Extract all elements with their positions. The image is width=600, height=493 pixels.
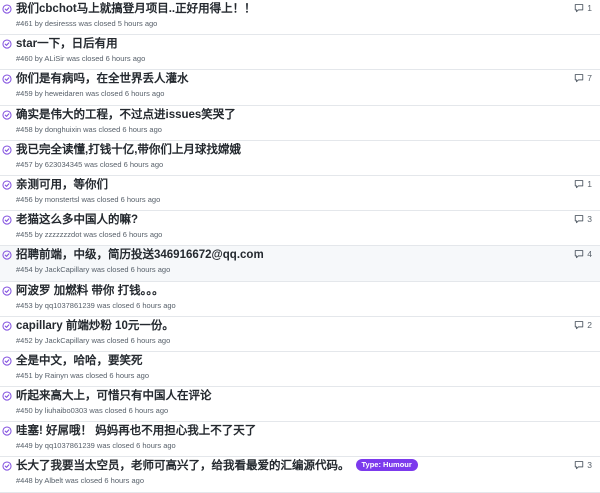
comment-count-link[interactable]: 4 bbox=[574, 249, 592, 259]
issue-closed-icon bbox=[2, 39, 12, 49]
issue-closed-icon bbox=[2, 426, 12, 436]
issue-meta: #452 by JackCapillary was closed 6 hours… bbox=[16, 335, 171, 345]
comment-count: 4 bbox=[587, 249, 592, 260]
issue-meta: #459 by heweidaren was closed 6 hours ag… bbox=[16, 89, 165, 99]
comment-count: 3 bbox=[587, 460, 592, 471]
issue-title-link[interactable]: 亲测可用，等你们 bbox=[16, 178, 108, 192]
issue-meta: #456 by monstertsl was closed 6 hours ag… bbox=[16, 194, 161, 204]
comment-count-link[interactable]: 1 bbox=[574, 3, 592, 13]
issue-meta: #449 by qq1037861239 was closed 6 hours … bbox=[16, 441, 176, 451]
issue-row[interactable]: 确实是伟大的工程，不过点进issues笑哭了 #458 by donghuixi… bbox=[0, 105, 600, 141]
issue-title-link[interactable]: 听起来高大上，可惜只有中国人在评论 bbox=[16, 389, 212, 403]
issue-title-text[interactable]: 亲测可用，等你们 bbox=[16, 179, 108, 191]
comment-icon bbox=[574, 320, 584, 330]
issue-row[interactable]: 哇塞! 好屌哦！ 妈妈再也不用担心我上不了天了 #449 by qq103786… bbox=[0, 422, 600, 458]
comment-icon bbox=[574, 73, 584, 83]
issue-closed-icon bbox=[2, 250, 12, 260]
issue-title-text[interactable]: 长大了我要当太空员，老师可高兴了，给我看最爱的汇编源代码。 bbox=[16, 460, 350, 472]
issue-row[interactable]: 阿波罗 加燃料 带你 打钱。。。 #453 by qq1037861239 wa… bbox=[0, 281, 600, 317]
comment-count: 7 bbox=[587, 73, 592, 84]
issue-title-text[interactable]: 我们cbchot马上就搞登月项目..正好用得上！！ bbox=[16, 3, 256, 15]
issue-title-text[interactable]: 我已完全读懂,打钱十亿,带你们上月球找嫦娥 bbox=[16, 144, 241, 156]
issue-list: 我们cbchot马上就搞登月项目..正好用得上！！ #461 by desire… bbox=[0, 0, 600, 493]
issue-row[interactable]: 听起来高大上，可惜只有中国人在评论 #450 by liuhaibo0303 w… bbox=[0, 387, 600, 423]
issue-title-link[interactable]: 长大了我要当太空员，老师可高兴了，给我看最爱的汇编源代码。 Type: Humou… bbox=[16, 459, 418, 473]
issue-title-text[interactable]: 阿波罗 加燃料 带你 打钱。。。 bbox=[16, 285, 164, 297]
issue-meta: #448 by Albelt was closed 6 hours ago bbox=[16, 476, 145, 486]
issue-title-link[interactable]: 全是中文，哈哈，要笑死 bbox=[16, 354, 143, 368]
issue-row[interactable]: 你们是有病吗，在全世界丢人灌水 #459 by heweidaren was c… bbox=[0, 70, 600, 106]
issue-title-link[interactable]: 我们cbchot马上就搞登月项目..正好用得上！！ bbox=[16, 2, 256, 16]
issue-meta: #461 by desiresss was closed 5 hours ago bbox=[16, 19, 158, 28]
issue-title-link[interactable]: star一下，日后有用 bbox=[16, 37, 118, 51]
comment-count: 1 bbox=[587, 3, 592, 13]
issue-row[interactable]: 招聘前端，中级，简历投送346916672@qq.com #454 by Jac… bbox=[0, 246, 600, 282]
issue-meta: #460 by ALiSir was closed 6 hours ago bbox=[16, 54, 146, 64]
issue-title-text[interactable]: 招聘前端，中级，简历投送346916672@qq.com bbox=[16, 249, 264, 261]
issue-title-text[interactable]: 确实是伟大的工程，不过点进issues笑哭了 bbox=[16, 109, 236, 121]
issue-meta: #458 by donghuixin was closed 6 hours ag… bbox=[16, 124, 162, 134]
issue-meta: #454 by JackCapillary was closed 6 hours… bbox=[16, 265, 171, 275]
issue-title-link[interactable]: 阿波罗 加燃料 带你 打钱。。。 bbox=[16, 284, 164, 298]
issue-row[interactable]: 亲测可用，等你们 #456 by monstertsl was closed 6… bbox=[0, 175, 600, 212]
issue-row[interactable]: 我们cbchot马上就搞登月项目..正好用得上！！ #461 by desire… bbox=[0, 0, 600, 36]
comment-count-link[interactable]: 7 bbox=[574, 73, 592, 83]
comment-count-link[interactable]: 1 bbox=[574, 179, 592, 189]
issue-title-link[interactable]: 老猫这么多中国人的嘛? bbox=[16, 213, 138, 227]
issue-closed-icon bbox=[2, 110, 12, 120]
comment-count-link[interactable]: 3 bbox=[574, 214, 592, 224]
issue-row[interactable]: 长大了我要当太空员，老师可高兴了，给我看最爱的汇编源代码。 Type: Humou… bbox=[0, 457, 600, 493]
issue-title-link[interactable]: 确实是伟大的工程，不过点进issues笑哭了 bbox=[16, 108, 236, 122]
issue-title-text[interactable]: 听起来高大上，可惜只有中国人在评论 bbox=[16, 390, 212, 402]
issue-meta: #453 by qq1037861239 was closed 6 hours … bbox=[16, 300, 176, 310]
issue-title-link[interactable]: 我已完全读懂,打钱十亿,带你们上月球找嫦娥 bbox=[16, 143, 241, 157]
issue-closed-icon bbox=[2, 461, 12, 471]
comment-icon bbox=[574, 179, 584, 189]
issue-row[interactable]: 全是中文，哈哈，要笑死 #451 by Rainyn was closed 6 … bbox=[0, 351, 600, 388]
issue-meta: #450 by liuhaibo0303 was closed 6 hours … bbox=[16, 406, 169, 416]
comment-count-link[interactable]: 3 bbox=[574, 460, 592, 470]
issue-row[interactable]: 老猫这么多中国人的嘛? #455 by zzzzzzzdot was close… bbox=[0, 211, 600, 247]
issue-closed-icon bbox=[2, 74, 12, 84]
issue-closed-icon bbox=[2, 356, 12, 366]
issue-row[interactable]: capillary 前端炒粉 10元一份。 #452 by JackCapill… bbox=[0, 316, 600, 352]
issue-title-link[interactable]: 哇塞! 好屌哦！ 妈妈再也不用担心我上不了天了 bbox=[16, 424, 256, 438]
issue-title-link[interactable]: 招聘前端，中级，简历投送346916672@qq.com bbox=[16, 248, 264, 262]
issue-closed-icon bbox=[2, 215, 12, 225]
issue-meta: #451 by Rainyn was closed 6 hours ago bbox=[16, 370, 150, 380]
issue-title-text[interactable]: 哇塞! 好屌哦！ 妈妈再也不用担心我上不了天了 bbox=[16, 425, 256, 437]
comment-icon bbox=[574, 249, 584, 259]
comment-count: 1 bbox=[587, 178, 592, 189]
type-label[interactable]: Type: Humour bbox=[355, 459, 418, 472]
issue-meta: #455 by zzzzzzzdot was closed 6 hours ag… bbox=[16, 230, 163, 240]
issue-title-text[interactable]: star一下，日后有用 bbox=[16, 38, 118, 50]
issue-title-text[interactable]: 老猫这么多中国人的嘛? bbox=[16, 214, 138, 226]
issue-title-text[interactable]: 你们是有病吗，在全世界丢人灌水 bbox=[16, 73, 189, 85]
issue-closed-icon bbox=[2, 391, 12, 401]
issue-title-text[interactable]: 全是中文，哈哈，要笑死 bbox=[16, 355, 143, 367]
issue-closed-icon bbox=[2, 145, 12, 155]
issue-title-link[interactable]: capillary 前端炒粉 10元一份。 bbox=[16, 319, 174, 333]
issue-closed-icon bbox=[2, 180, 12, 190]
issue-meta: #457 by 623034345 was closed 6 hours ago bbox=[16, 159, 164, 169]
comment-icon bbox=[574, 3, 584, 13]
comment-icon bbox=[574, 460, 584, 470]
issue-title-link[interactable]: 你们是有病吗，在全世界丢人灌水 bbox=[16, 72, 189, 86]
issue-title-text[interactable]: capillary 前端炒粉 10元一份。 bbox=[16, 320, 174, 332]
comment-count-link[interactable]: 2 bbox=[574, 320, 592, 330]
issue-closed-icon bbox=[2, 321, 12, 331]
comment-count: 2 bbox=[587, 319, 592, 330]
issue-row[interactable]: 我已完全读懂,打钱十亿,带你们上月球找嫦娥 #457 by 623034345 … bbox=[0, 140, 600, 176]
issue-closed-icon bbox=[2, 285, 12, 296]
issue-closed-icon bbox=[2, 4, 12, 14]
comment-count: 3 bbox=[587, 214, 592, 225]
comment-icon bbox=[574, 214, 584, 224]
issue-row[interactable]: star一下，日后有用 #460 by ALiSir was closed 6 … bbox=[0, 35, 600, 71]
